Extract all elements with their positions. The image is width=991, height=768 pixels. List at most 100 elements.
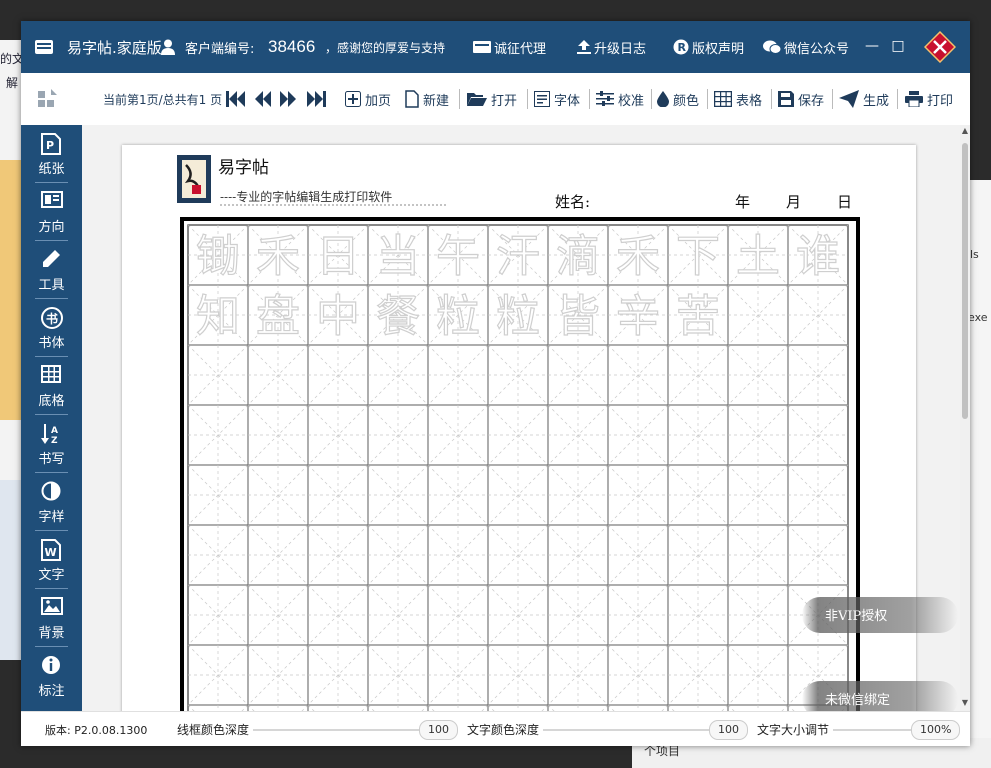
sidebar-item-label: 纸张 bbox=[21, 158, 82, 177]
menu-icon[interactable] bbox=[35, 21, 53, 73]
table-label: 表格 bbox=[736, 90, 762, 109]
contrast-icon bbox=[41, 481, 61, 501]
scrollbar-thumb[interactable] bbox=[962, 143, 968, 419]
font-icon bbox=[534, 91, 550, 107]
agent-button[interactable]: 诚征代理 bbox=[473, 21, 546, 73]
border-depth-slider[interactable] bbox=[253, 729, 423, 731]
sidebar-item-sample[interactable]: 字样 bbox=[21, 473, 82, 531]
tracing-character: 辛 bbox=[616, 291, 660, 342]
generate-button[interactable]: 生成 bbox=[839, 73, 889, 125]
color-button[interactable]: 颜色 bbox=[657, 73, 699, 125]
color-label: 颜色 bbox=[673, 90, 699, 109]
close-logo-button[interactable] bbox=[924, 31, 956, 63]
save-icon bbox=[778, 91, 794, 107]
sidebar-item-text[interactable]: W 文字 bbox=[21, 531, 82, 589]
next-page-button[interactable] bbox=[279, 73, 297, 125]
wechat-button[interactable]: 微信公众号 bbox=[763, 21, 849, 73]
printer-icon bbox=[905, 91, 923, 107]
pencil-icon bbox=[41, 249, 61, 269]
upload-icon bbox=[577, 40, 591, 54]
sidebar-item-paper[interactable]: P 纸张 bbox=[21, 125, 82, 183]
tracing-character: 午 bbox=[436, 231, 480, 282]
tracing-character: 粒 bbox=[436, 291, 480, 342]
tracing-character: 禾 bbox=[616, 231, 660, 282]
calibrate-label: 校准 bbox=[618, 90, 644, 109]
sidebar-item-grid[interactable]: 底格 bbox=[21, 357, 82, 415]
folder-open-icon bbox=[467, 91, 487, 107]
font-button[interactable]: 字体 bbox=[534, 73, 580, 125]
add-square-icon bbox=[345, 91, 361, 107]
sidebar-item-calligraphy[interactable]: 书 书体 bbox=[21, 299, 82, 357]
month-label: 月 bbox=[786, 193, 801, 211]
tracing-character: 皆 bbox=[556, 291, 600, 342]
minimize-button[interactable]: — bbox=[861, 35, 883, 57]
text-size-slider[interactable] bbox=[833, 729, 917, 731]
add-page-button[interactable]: 加页 bbox=[345, 73, 391, 125]
prev-page-button[interactable] bbox=[254, 73, 272, 125]
info-icon bbox=[41, 655, 61, 675]
toolbar-separator bbox=[589, 89, 590, 109]
copyright-label: 版权声明 bbox=[692, 38, 744, 57]
new-label: 新建 bbox=[423, 90, 449, 109]
registered-icon: R bbox=[673, 39, 689, 55]
scroll-up-arrow-icon[interactable]: ▲ bbox=[961, 127, 969, 135]
tracing-character: 锄 bbox=[196, 231, 240, 282]
tracing-character: 下 bbox=[676, 231, 720, 282]
maximize-button[interactable]: □ bbox=[887, 35, 909, 57]
sidebar-item-writing[interactable]: AZ 书写 bbox=[21, 415, 82, 473]
tracing-character: 苦 bbox=[676, 291, 720, 342]
id-card-icon bbox=[473, 41, 491, 53]
text-depth-value[interactable]: 100 bbox=[709, 720, 748, 740]
sidebar-item-tools[interactable]: 工具 bbox=[21, 241, 82, 299]
background-folder-fragment bbox=[0, 160, 21, 420]
print-button[interactable]: 打印 bbox=[905, 73, 953, 125]
first-page-button[interactable] bbox=[226, 73, 246, 125]
text-depth-slider[interactable] bbox=[543, 729, 713, 731]
last-page-button[interactable] bbox=[306, 73, 326, 125]
tracing-character: 中 bbox=[316, 291, 360, 342]
upgrade-log-button[interactable]: 升级日志 bbox=[577, 21, 646, 73]
layout-toggle-button[interactable] bbox=[37, 73, 59, 125]
background-text: 解 bbox=[6, 74, 18, 91]
open-label: 打开 bbox=[491, 90, 517, 109]
svg-text:Z: Z bbox=[51, 436, 58, 445]
generate-label: 生成 bbox=[863, 90, 889, 109]
scroll-down-arrow-icon[interactable]: ▼ bbox=[961, 699, 969, 707]
calibrate-button[interactable]: 校准 bbox=[596, 73, 644, 125]
copybook-page: 易字帖 ----专业的字帖编辑生成打印软件 姓名: 年 月 日 锄禾日当午汗滴禾… bbox=[122, 145, 916, 711]
first-page-icon bbox=[226, 90, 246, 108]
toolbar-separator bbox=[651, 89, 652, 109]
document-canvas: 易字帖 ----专业的字帖编辑生成打印软件 姓名: 年 月 日 锄禾日当午汗滴禾… bbox=[82, 125, 960, 711]
sidebar-item-label: 工具 bbox=[21, 274, 82, 293]
year-label: 年 bbox=[735, 193, 750, 211]
table-icon bbox=[714, 91, 732, 107]
save-label: 保存 bbox=[798, 90, 824, 109]
title-bar: 易字帖.家庭版 客户端编号: 38466 ，感谢您的厚爱与支持 诚征代理 升级日… bbox=[21, 21, 970, 73]
calligraphy-icon: 书 bbox=[41, 307, 63, 329]
text-size-value[interactable]: 100% bbox=[911, 720, 960, 740]
copyright-button[interactable]: R 版权声明 bbox=[673, 21, 744, 73]
header-title: 易字帖 bbox=[218, 158, 269, 178]
tracing-character: 当 bbox=[376, 231, 420, 282]
close-icon bbox=[924, 31, 956, 63]
new-file-icon bbox=[405, 90, 419, 108]
text-depth-label: 文字颜色深度 bbox=[467, 712, 539, 746]
table-button[interactable]: 表格 bbox=[714, 73, 762, 125]
border-depth-value[interactable]: 100 bbox=[419, 720, 458, 740]
client-label: 客户端编号: bbox=[185, 21, 254, 73]
sidebar-item-orientation[interactable]: 方向 bbox=[21, 183, 82, 241]
svg-text:书: 书 bbox=[46, 311, 58, 326]
droplet-icon bbox=[657, 91, 669, 107]
save-button[interactable]: 保存 bbox=[778, 73, 824, 125]
new-button[interactable]: 新建 bbox=[405, 73, 449, 125]
vertical-scrollbar[interactable]: ▲ ▼ bbox=[960, 125, 970, 711]
tracing-character: 滴 bbox=[556, 231, 600, 282]
sidebar-item-annotation[interactable]: 标注 bbox=[21, 647, 82, 705]
background-text: ls bbox=[970, 248, 979, 261]
toolbar-separator bbox=[527, 89, 528, 109]
svg-text:P: P bbox=[46, 139, 54, 152]
day-label: 日 bbox=[837, 193, 852, 211]
open-button[interactable]: 打开 bbox=[467, 73, 517, 125]
app-title: 易字帖.家庭版 bbox=[67, 21, 162, 73]
sidebar-item-background[interactable]: 背景 bbox=[21, 589, 82, 647]
